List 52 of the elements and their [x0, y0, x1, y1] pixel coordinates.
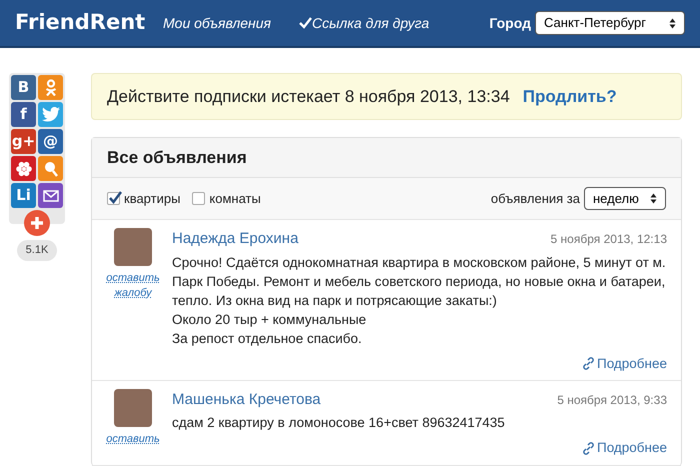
checkbox[interactable]: [107, 192, 120, 205]
listing-title: Все объявления: [107, 146, 247, 169]
updown-icon: [669, 18, 676, 28]
avatar-placeholder: [114, 228, 152, 266]
city-label: Город: [489, 14, 531, 33]
author-link[interactable]: Машенька Кречетова: [172, 388, 321, 412]
check-icon: [299, 17, 312, 29]
envelope-icon: [42, 190, 58, 202]
checkbox[interactable]: [192, 192, 206, 205]
post-date: 5 ноября 2013, 12:13: [550, 231, 667, 248]
filter-label[interactable]: комнаты: [209, 188, 261, 208]
share-button[interactable]: [11, 156, 36, 181]
share-button[interactable]: Li: [11, 183, 36, 208]
details-link[interactable]: Подробнее: [582, 354, 667, 374]
post-text: За репост отдельное спасибо.: [172, 330, 363, 348]
post-text: Около 20 тыр + коммунальные: [172, 310, 368, 328]
share-count: 5.1K: [16, 240, 58, 260]
share-button[interactable]: [38, 102, 63, 127]
magnifier-icon: [42, 160, 58, 178]
complaint-link[interactable]: оставить жалобу: [106, 271, 160, 301]
author-link[interactable]: Надежда Ерохина: [172, 228, 298, 250]
avatar-placeholder: [114, 388, 152, 427]
bird-icon: [42, 107, 60, 122]
renew-link[interactable]: Продлить?: [522, 84, 617, 110]
complaint-link[interactable]: оставить: [106, 432, 160, 447]
nav-link[interactable]: Мои объявления: [163, 12, 271, 34]
link-icon: [582, 357, 594, 370]
share-button[interactable]: f: [11, 102, 36, 127]
notice-text: Действите подписки истекает 8 ноября 2013, 13:34: [107, 86, 510, 108]
period-select[interactable]: неделю: [584, 187, 666, 210]
details-link[interactable]: Подробнее: [582, 438, 667, 458]
nav-link[interactable]: Ссылка для друга: [299, 12, 430, 34]
share-button[interactable]: [38, 75, 63, 100]
site-logo[interactable]: FriendRent: [15, 7, 163, 39]
flower-icon: [14, 160, 32, 178]
share-button[interactable]: [38, 183, 63, 208]
city-select[interactable]: Санкт-Петербург: [535, 11, 685, 35]
plus-icon: [30, 216, 44, 230]
filter-label[interactable]: квартиры: [124, 188, 180, 208]
plus-button[interactable]: [24, 210, 50, 236]
updown-icon: [650, 193, 657, 204]
period-label: объявления за: [490, 190, 580, 208]
check-icon: [108, 191, 122, 205]
share-button[interactable]: B: [11, 75, 36, 100]
post-text: Срочно! Сдаётся однокомнатная квартира в московском районе, 5 минут от м. Парк Победы. Ремонт и мебель советского периода, но новые окна и батареи, тепло. Из окна вид на парк и потрясающие закаты:): [172, 254, 667, 310]
link-icon: [582, 442, 594, 455]
person-icon: [44, 79, 56, 96]
share-button[interactable]: @: [38, 129, 63, 154]
post-text: сдам 2 квартиру в ломоносове 16+свет 89632417435: [172, 414, 506, 432]
post-date: 5 ноября 2013, 9:33: [557, 392, 667, 409]
share-button[interactable]: g+: [11, 129, 36, 154]
share-button[interactable]: [38, 156, 63, 181]
